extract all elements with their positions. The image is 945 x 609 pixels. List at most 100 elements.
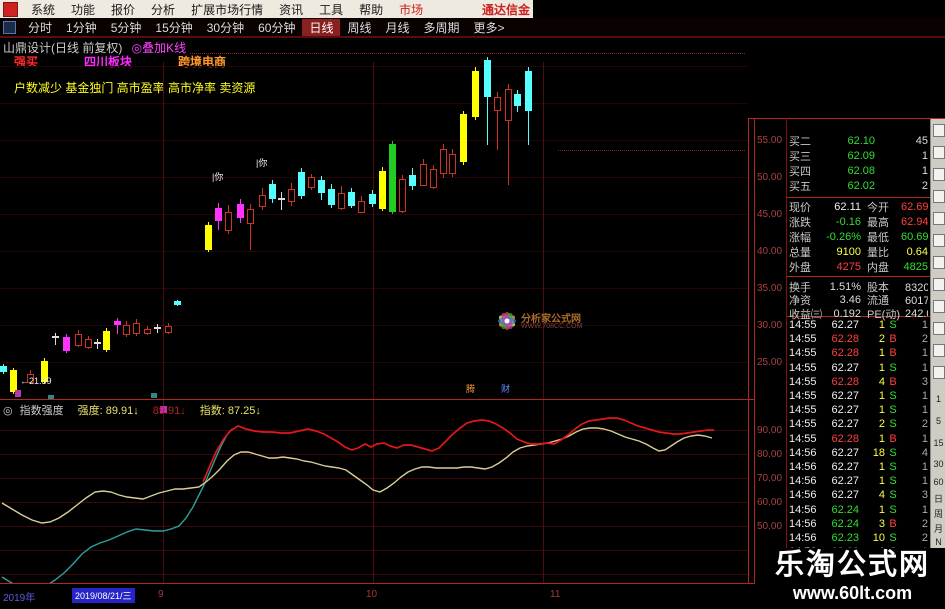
tick-time: 14:55 xyxy=(789,319,817,331)
candle xyxy=(63,337,70,351)
tool-icon[interactable] xyxy=(933,256,945,269)
chart-annotation: |你 xyxy=(212,172,224,182)
tool-icon[interactable] xyxy=(933,212,945,225)
candle xyxy=(328,189,335,205)
tick-volume: 2 xyxy=(878,418,885,431)
tick-volume: 1 xyxy=(878,319,885,331)
tool-icon[interactable] xyxy=(933,278,945,291)
candle xyxy=(10,370,17,392)
period-quick-button[interactable]: 1 xyxy=(931,394,945,404)
period-quick-button[interactable]: 月 xyxy=(931,522,945,535)
candle xyxy=(259,195,266,207)
candle xyxy=(144,329,151,334)
stat-row: 涨幅 -0.26% 最低 60.69 xyxy=(789,229,928,244)
tick-flag: B xyxy=(889,432,897,445)
gridline xyxy=(0,66,748,67)
tick-count: 1 xyxy=(921,404,928,417)
tool-icon[interactable] xyxy=(933,168,945,181)
tick-price: 62.27 xyxy=(831,446,859,459)
tick-time: 14:56 xyxy=(789,532,817,544)
tick-price: 62.28 xyxy=(831,347,859,360)
corner-watermark-url: www.60lt.com xyxy=(792,583,913,603)
tick-row: 14:56 62.23 10 S 2 xyxy=(789,531,928,545)
tick-row: 14:56 62.24 1 S 1 xyxy=(789,503,928,517)
period-quick-button[interactable]: 15 xyxy=(931,438,945,448)
tick-time: 14:55 xyxy=(789,404,817,417)
tool-icon[interactable] xyxy=(933,124,945,137)
bid-price: 62.09 xyxy=(847,149,875,162)
tick-count: 3 xyxy=(921,375,928,388)
tick-count: 1 xyxy=(921,347,928,360)
candle xyxy=(348,192,355,206)
stat-label: 量比 xyxy=(867,246,889,259)
stat-label: 总量 xyxy=(789,246,811,259)
indicator-value: 89.91↓ xyxy=(152,405,186,417)
tick-time: 14:56 xyxy=(789,517,817,530)
tool-icon[interactable] xyxy=(933,146,945,159)
tick-row: 14:55 62.28 4 B 3 xyxy=(789,375,928,389)
candle xyxy=(94,342,101,344)
candle xyxy=(308,177,315,188)
indicator-chart[interactable] xyxy=(0,400,754,584)
candle xyxy=(494,97,501,111)
tick-count: 1 xyxy=(921,361,928,374)
candle xyxy=(505,89,512,121)
dotted-gridline xyxy=(558,150,745,151)
tick-count: 3 xyxy=(921,489,928,502)
indicator-line-yellow xyxy=(1,427,713,524)
stat-value: 0.64 xyxy=(906,245,928,258)
chart-right-border xyxy=(748,118,749,584)
candle xyxy=(133,323,140,334)
bid-qty: 1 xyxy=(921,164,928,177)
tick-flag: S xyxy=(889,390,897,402)
tick-price: 62.28 xyxy=(831,333,859,346)
candle xyxy=(369,194,376,204)
price-axis-label: 25.00 xyxy=(757,357,783,368)
tick-price: 62.23 xyxy=(831,532,859,544)
tick-row: 14:55 62.27 1 S 1 xyxy=(789,389,928,403)
period-quick-button[interactable]: 5 xyxy=(931,416,945,426)
stat-row: 涨跌 -0.16 最高 62.94 xyxy=(789,214,928,229)
price-axis-label: 55.00 xyxy=(757,135,783,146)
tool-icon[interactable] xyxy=(933,234,945,247)
center-watermark-url: WWW.708CC.COM xyxy=(521,323,583,330)
candle xyxy=(123,325,130,335)
tick-count: 1 xyxy=(921,390,928,402)
gridline xyxy=(0,177,748,178)
period-quick-button[interactable]: 60 xyxy=(931,477,945,487)
candle xyxy=(114,321,121,325)
tick-price: 62.27 xyxy=(831,319,859,331)
tick-volume: 1 xyxy=(878,347,885,360)
period-quick-button[interactable]: 周 xyxy=(931,507,945,520)
tick-row: 14:55 62.27 1 S 1 xyxy=(789,403,928,417)
tool-icon[interactable] xyxy=(933,366,945,379)
tick-count: 1 xyxy=(921,432,928,445)
candle xyxy=(318,180,325,193)
stat-label: 今开 xyxy=(867,201,889,214)
chart-annotation: ←21.39 xyxy=(20,376,52,386)
price-axis-label: 40.00 xyxy=(757,246,783,257)
candle xyxy=(338,193,345,209)
tool-icon[interactable] xyxy=(933,344,945,357)
tool-icon[interactable] xyxy=(933,322,945,335)
period-quick-button[interactable]: N xyxy=(931,537,945,547)
candle xyxy=(399,179,406,212)
indicator-values: 强度: 89.91↓ 89.91↓ 指数: 87.25↓ xyxy=(71,405,268,417)
candle xyxy=(174,301,181,305)
tick-flag: S xyxy=(889,503,897,516)
stat-label: 内盘 xyxy=(867,261,889,274)
indicator-name: 指数强度 xyxy=(19,405,64,417)
candle xyxy=(420,164,427,186)
candle xyxy=(288,189,295,202)
tool-icon[interactable] xyxy=(933,300,945,313)
indicator-value: 指数: 87.25↓ xyxy=(199,405,261,417)
bid-label: 买五 xyxy=(789,180,811,193)
bid-row: 买四 62.08 1 xyxy=(789,163,928,178)
candle xyxy=(247,209,254,224)
panel-divider[interactable] xyxy=(0,399,754,400)
period-quick-button[interactable]: 日 xyxy=(931,492,945,505)
stat-label: 外盘 xyxy=(789,261,811,274)
tool-icon[interactable] xyxy=(933,190,945,203)
period-quick-button[interactable]: 30 xyxy=(931,459,945,469)
indicator-icon[interactable]: ◎ xyxy=(3,405,13,417)
